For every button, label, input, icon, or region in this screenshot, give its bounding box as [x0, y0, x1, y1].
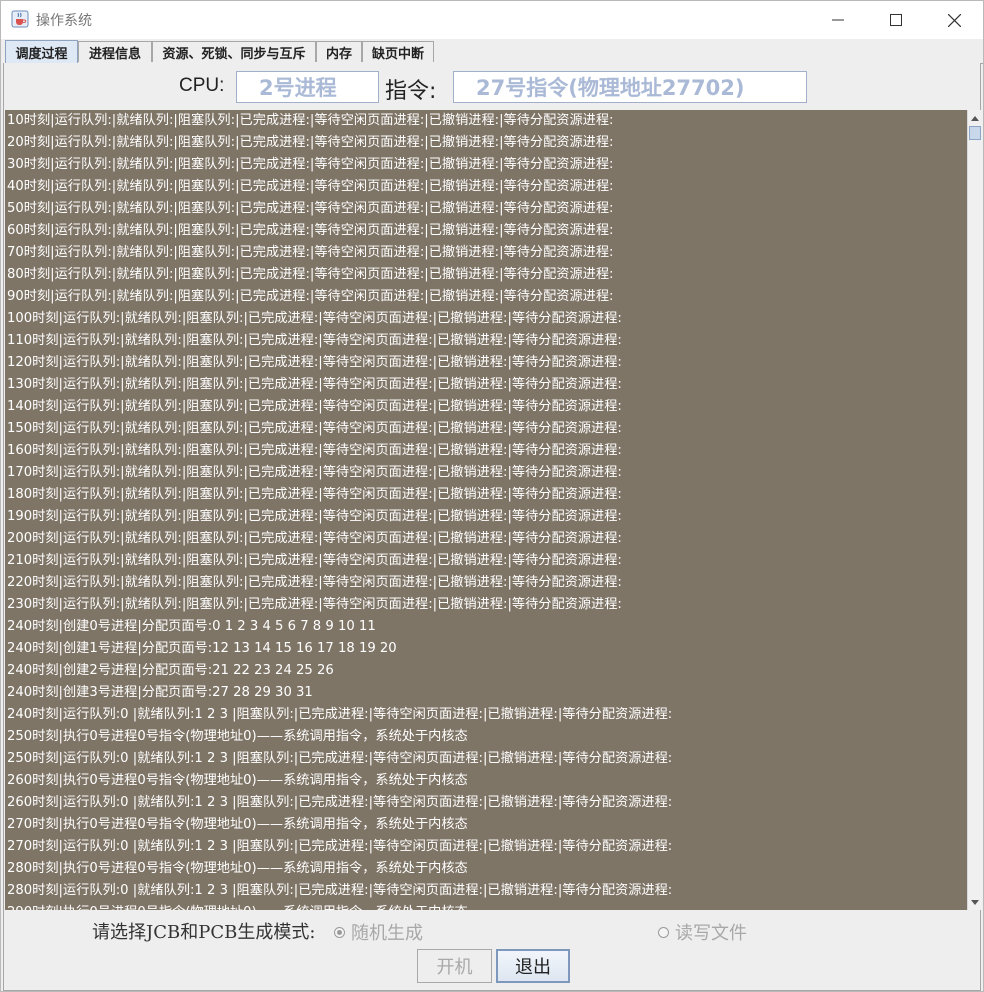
log-line: 10时刻|运行队列:|就绪队列:|阻塞队列:|已完成进程:|等待空闲页面进程:|…: [7, 113, 614, 128]
schedule-log[interactable]: 10时刻|运行队列:|就绪队列:|阻塞队列:|已完成进程:|等待空闲页面进程:|…: [5, 110, 967, 910]
log-line: 90时刻|运行队列:|就绪队列:|阻塞队列:|已完成进程:|等待空闲页面进程:|…: [7, 289, 614, 304]
log-line: 200时刻|运行队列:|就绪队列:|阻塞队列:|已完成进程:|等待空闲页面进程:…: [7, 531, 622, 546]
cpu-status-row: CPU: 2号进程 指令: 27号指令(物理地址27702): [4, 63, 980, 109]
log-line: 70时刻|运行队列:|就绪队列:|阻塞队列:|已完成进程:|等待空闲页面进程:|…: [7, 245, 614, 260]
log-line: 210时刻|运行队列:|就绪队列:|阻塞队列:|已完成进程:|等待空闲页面进程:…: [7, 553, 622, 568]
log-line: 50时刻|运行队列:|就绪队列:|阻塞队列:|已完成进程:|等待空闲页面进程:|…: [7, 201, 614, 216]
log-line: 40时刻|运行队列:|就绪队列:|阻塞队列:|已完成进程:|等待空闲页面进程:|…: [7, 179, 614, 194]
log-line: 110时刻|运行队列:|就绪队列:|阻塞队列:|已完成进程:|等待空闲页面进程:…: [7, 333, 622, 348]
radio-file-label: 读写文件: [675, 923, 747, 944]
cpu-process-field: 2号进程: [236, 71, 379, 103]
close-button[interactable]: [925, 1, 983, 39]
log-line: 140时刻|运行队列:|就绪队列:|阻塞队列:|已完成进程:|等待空闲页面进程:…: [7, 399, 622, 414]
log-line: 170时刻|运行队列:|就绪队列:|阻塞队列:|已完成进程:|等待空闲页面进程:…: [7, 465, 622, 480]
exit-button[interactable]: 退出: [496, 949, 570, 983]
scrollbar-thumb[interactable]: [969, 126, 981, 140]
minimize-icon: [832, 19, 844, 21]
log-line: 290时刻|执行0号进程0号指令(物理地址0)——系统调用指令，系统处于内核态: [5, 902, 967, 910]
start-button[interactable]: 开机: [417, 949, 492, 983]
log-line: 280时刻|执行0号进程0号指令(物理地址0)——系统调用指令，系统处于内核态: [7, 861, 468, 876]
radio-selected-icon: [334, 926, 345, 938]
log-line: 120时刻|运行队列:|就绪队列:|阻塞队列:|已完成进程:|等待空闲页面进程:…: [7, 355, 622, 370]
window-title: 操作系统: [36, 13, 92, 29]
log-line: 240时刻|运行队列:0 |就绪队列:1 2 3 |阻塞队列:|已完成进程:|等…: [7, 707, 673, 722]
log-line: 160时刻|运行队列:|就绪队列:|阻塞队列:|已完成进程:|等待空闲页面进程:…: [7, 443, 622, 458]
log-line: 240时刻|创建0号进程|分配页面号:0 1 2 3 4 5 6 7 8 9 1…: [7, 619, 376, 634]
log-line: 250时刻|执行0号进程0号指令(物理地址0)——系统调用指令，系统处于内核态: [7, 729, 468, 744]
log-line: 260时刻|运行队列:0 |就绪队列:1 2 3 |阻塞队列:|已完成进程:|等…: [7, 795, 673, 810]
log-line: 240时刻|创建2号进程|分配页面号:21 22 23 24 25 26: [7, 663, 334, 678]
instruction-label: 指令:: [385, 79, 437, 104]
app-window: 操作系统 调度过程 进程信息 资源、死锁、同步与互斥 内存 缺页中断 CPU: …: [0, 0, 984, 992]
radio-random[interactable]: 随机生成: [334, 919, 423, 945]
tab-memory[interactable]: 内存: [316, 41, 362, 62]
title-bar[interactable]: 操作系统: [1, 1, 983, 39]
log-scrollbar[interactable]: [967, 110, 982, 910]
log-line: 280时刻|运行队列:0 |就绪队列:1 2 3 |阻塞队列:|已完成进程:|等…: [7, 883, 673, 898]
log-line: 220时刻|运行队列:|就绪队列:|阻塞队列:|已完成进程:|等待空闲页面进程:…: [7, 575, 622, 590]
triangle-up-icon: [971, 115, 979, 121]
minimize-button[interactable]: [809, 1, 867, 39]
log-line: 190时刻|运行队列:|就绪队列:|阻塞队列:|已完成进程:|等待空闲页面进程:…: [7, 509, 622, 524]
log-line: 250时刻|运行队列:0 |就绪队列:1 2 3 |阻塞队列:|已完成进程:|等…: [7, 751, 673, 766]
scroll-up-button[interactable]: [968, 110, 982, 126]
log-line: 100时刻|运行队列:|就绪队列:|阻塞队列:|已完成进程:|等待空闲页面进程:…: [7, 311, 622, 326]
triangle-down-icon: [971, 899, 979, 905]
tab-page-fault[interactable]: 缺页中断: [362, 41, 434, 62]
tab-bar: 调度过程 进程信息 资源、死锁、同步与互斥 内存 缺页中断: [3, 40, 983, 64]
java-cup-icon: [11, 10, 29, 28]
log-line: 240时刻|创建3号进程|分配页面号:27 28 29 30 31: [7, 685, 313, 700]
scroll-down-button[interactable]: [968, 894, 982, 910]
tab-schedule[interactable]: 调度过程: [5, 40, 78, 63]
log-line: 20时刻|运行队列:|就绪队列:|阻塞队列:|已完成进程:|等待空闲页面进程:|…: [7, 135, 614, 150]
log-line: 30时刻|运行队列:|就绪队列:|阻塞队列:|已完成进程:|等待空闲页面进程:|…: [7, 157, 614, 172]
tab-resources-deadlock[interactable]: 资源、死锁、同步与互斥: [152, 41, 316, 62]
generation-mode-row: 请选择JCB和PCB生成模式: 随机生成 读写文件: [4, 913, 980, 945]
close-icon: [947, 13, 961, 27]
tab-content-panel: CPU: 2号进程 指令: 27号指令(物理地址27702) 10时刻|运行队列…: [3, 63, 982, 991]
radio-random-label: 随机生成: [351, 923, 423, 944]
maximize-button[interactable]: [867, 1, 925, 39]
log-line: 60时刻|运行队列:|就绪队列:|阻塞队列:|已完成进程:|等待空闲页面进程:|…: [7, 223, 614, 238]
radio-file[interactable]: 读写文件: [658, 919, 747, 945]
tab-process-info[interactable]: 进程信息: [78, 41, 152, 62]
log-line: 150时刻|运行队列:|就绪队列:|阻塞队列:|已完成进程:|等待空闲页面进程:…: [7, 421, 622, 436]
log-line: 270时刻|执行0号进程0号指令(物理地址0)——系统调用指令，系统处于内核态: [7, 817, 468, 832]
maximize-icon: [890, 14, 902, 26]
log-line: 180时刻|运行队列:|就绪队列:|阻塞队列:|已完成进程:|等待空闲页面进程:…: [7, 487, 622, 502]
log-line: 80时刻|运行队列:|就绪队列:|阻塞队列:|已完成进程:|等待空闲页面进程:|…: [7, 267, 614, 282]
mode-label: 请选择JCB和PCB生成模式:: [92, 922, 316, 943]
radio-unselected-icon: [658, 926, 669, 938]
log-line: 240时刻|创建1号进程|分配页面号:12 13 14 15 16 17 18 …: [7, 641, 397, 656]
log-line: 130时刻|运行队列:|就绪队列:|阻塞队列:|已完成进程:|等待空闲页面进程:…: [7, 377, 622, 392]
instruction-field: 27号指令(物理地址27702): [453, 71, 807, 103]
cpu-label: CPU:: [179, 75, 225, 96]
log-line: 230时刻|运行队列:|就绪队列:|阻塞队列:|已完成进程:|等待空闲页面进程:…: [7, 597, 622, 612]
log-line: 260时刻|执行0号进程0号指令(物理地址0)——系统调用指令，系统处于内核态: [7, 773, 468, 788]
log-line: 270时刻|运行队列:0 |就绪队列:1 2 3 |阻塞队列:|已完成进程:|等…: [7, 839, 673, 854]
